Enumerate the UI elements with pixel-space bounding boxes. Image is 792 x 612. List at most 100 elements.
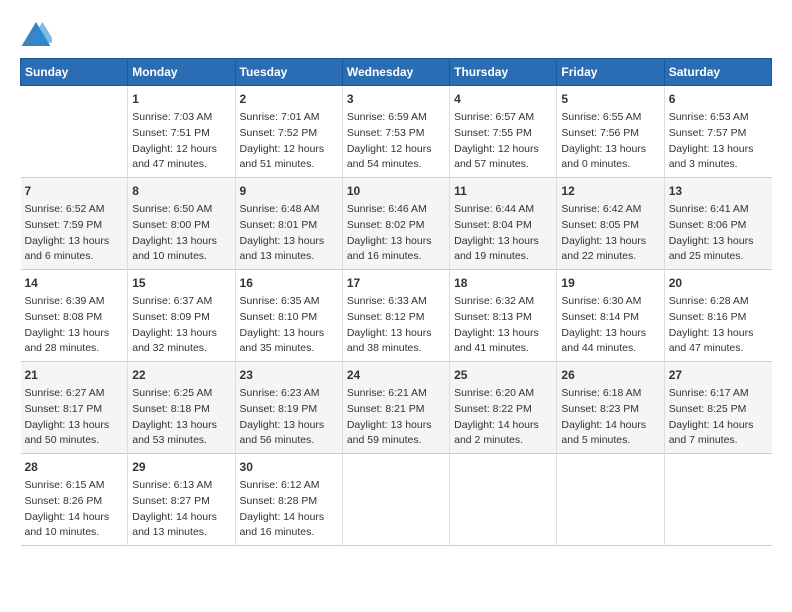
day-number: 4 (454, 90, 552, 108)
cell-info: Sunrise: 6:55 AMSunset: 7:56 PMDaylight:… (561, 110, 659, 173)
logo-icon (20, 20, 52, 48)
logo (20, 20, 56, 48)
calendar-cell: 9Sunrise: 6:48 AMSunset: 8:01 PMDaylight… (235, 178, 342, 270)
calendar-cell: 10 Sunrise: 6:46 AMSunset: 8:02 PMDayligh… (342, 178, 449, 270)
column-header-tuesday: Tuesday (235, 59, 342, 86)
calendar-cell: 7 Sunrise: 6:52 AMSunset: 7:59 PMDaylight… (21, 178, 128, 270)
calendar-cell: 27 Sunrise: 6:17 AMSunset: 8:25 PMDayligh… (664, 362, 771, 454)
calendar-cell: 4 Sunrise: 6:57 AMSunset: 7:55 PMDaylight… (450, 86, 557, 178)
day-number: 15 (132, 274, 230, 292)
day-number: 14 (25, 274, 124, 292)
calendar-cell (557, 454, 664, 546)
cell-info: Sunrise: 7:03 AMSunset: 7:51 PMDaylight:… (132, 110, 230, 173)
cell-info: Sunrise: 6:46 AMSunset: 8:02 PMDaylight:… (347, 202, 445, 265)
calendar-cell: 6 Sunrise: 6:53 AMSunset: 7:57 PMDaylight… (664, 86, 771, 178)
calendar-cell (21, 86, 128, 178)
cell-info: Sunrise: 6:21 AMSunset: 8:21 PMDaylight:… (347, 386, 445, 449)
day-number: 3 (347, 90, 445, 108)
cell-info: Sunrise: 6:41 AMSunset: 8:06 PMDaylight:… (669, 202, 768, 265)
day-number: 26 (561, 366, 659, 384)
calendar-cell: 15 Sunrise: 6:37 AMSunset: 8:09 PMDayligh… (128, 270, 235, 362)
cell-info: Sunrise: 6:27 AMSunset: 8:17 PMDaylight:… (25, 386, 124, 449)
day-number: 27 (669, 366, 768, 384)
day-number: 21 (25, 366, 124, 384)
day-number: 8 (132, 182, 230, 200)
cell-info: Sunrise: 6:57 AMSunset: 7:55 PMDaylight:… (454, 110, 552, 173)
day-number: 24 (347, 366, 445, 384)
cell-info: Sunrise: 6:42 AMSunset: 8:05 PMDaylight:… (561, 202, 659, 265)
calendar-cell: 12 Sunrise: 6:42 AMSunset: 8:05 PMDayligh… (557, 178, 664, 270)
cell-info: Sunrise: 6:15 AMSunset: 8:26 PMDaylight:… (25, 478, 124, 541)
cell-info: Sunrise: 6:59 AMSunset: 7:53 PMDaylight:… (347, 110, 445, 173)
day-number: 22 (132, 366, 230, 384)
day-number: 12 (561, 182, 659, 200)
cell-info: Sunrise: 7:01 AMSunset: 7:52 PMDaylight:… (240, 110, 338, 173)
calendar-cell: 29 Sunrise: 6:13 AMSunset: 8:27 PMDayligh… (128, 454, 235, 546)
cell-info: Sunrise: 6:37 AMSunset: 8:09 PMDaylight:… (132, 294, 230, 357)
cell-info: Sunrise: 6:35 AMSunset: 8:10 PMDaylight:… (240, 294, 338, 357)
calendar-cell: 30Sunrise: 6:12 AMSunset: 8:28 PMDayligh… (235, 454, 342, 546)
cell-info: Sunrise: 6:20 AMSunset: 8:22 PMDaylight:… (454, 386, 552, 449)
header (20, 20, 772, 48)
calendar-week-4: 21 Sunrise: 6:27 AMSunset: 8:17 PMDayligh… (21, 362, 772, 454)
day-number: 6 (669, 90, 768, 108)
day-number: 9 (240, 182, 338, 200)
column-header-saturday: Saturday (664, 59, 771, 86)
calendar-cell: 20 Sunrise: 6:28 AMSunset: 8:16 PMDayligh… (664, 270, 771, 362)
column-header-sunday: Sunday (21, 59, 128, 86)
column-header-thursday: Thursday (450, 59, 557, 86)
day-number: 18 (454, 274, 552, 292)
calendar-cell: 19 Sunrise: 6:30 AMSunset: 8:14 PMDayligh… (557, 270, 664, 362)
cell-info: Sunrise: 6:53 AMSunset: 7:57 PMDaylight:… (669, 110, 768, 173)
day-number: 16 (240, 274, 338, 292)
calendar-cell: 5 Sunrise: 6:55 AMSunset: 7:56 PMDaylight… (557, 86, 664, 178)
column-header-monday: Monday (128, 59, 235, 86)
day-number: 17 (347, 274, 445, 292)
day-number: 19 (561, 274, 659, 292)
day-number: 23 (240, 366, 338, 384)
cell-info: Sunrise: 6:28 AMSunset: 8:16 PMDaylight:… (669, 294, 768, 357)
calendar-week-5: 28 Sunrise: 6:15 AMSunset: 8:26 PMDayligh… (21, 454, 772, 546)
calendar-body: 1 Sunrise: 7:03 AMSunset: 7:51 PMDaylight… (21, 86, 772, 546)
day-number: 2 (240, 90, 338, 108)
calendar-cell: 25 Sunrise: 6:20 AMSunset: 8:22 PMDayligh… (450, 362, 557, 454)
calendar-cell: 13 Sunrise: 6:41 AMSunset: 8:06 PMDayligh… (664, 178, 771, 270)
calendar-cell: 18 Sunrise: 6:32 AMSunset: 8:13 PMDayligh… (450, 270, 557, 362)
calendar-cell: 2 Sunrise: 7:01 AMSunset: 7:52 PMDaylight… (235, 86, 342, 178)
calendar-cell: 8 Sunrise: 6:50 AMSunset: 8:00 PMDaylight… (128, 178, 235, 270)
calendar-cell: 14Sunrise: 6:39 AMSunset: 8:08 PMDayligh… (21, 270, 128, 362)
cell-info: Sunrise: 6:13 AMSunset: 8:27 PMDaylight:… (132, 478, 230, 541)
day-number: 7 (25, 182, 124, 200)
cell-info: Sunrise: 6:17 AMSunset: 8:25 PMDaylight:… (669, 386, 768, 449)
cell-info: Sunrise: 6:18 AMSunset: 8:23 PMDaylight:… (561, 386, 659, 449)
day-number: 29 (132, 458, 230, 476)
calendar-cell: 3 Sunrise: 6:59 AMSunset: 7:53 PMDaylight… (342, 86, 449, 178)
cell-info: Sunrise: 6:52 AMSunset: 7:59 PMDaylight:… (25, 202, 124, 265)
day-number: 11 (454, 182, 552, 200)
cell-info: Sunrise: 6:30 AMSunset: 8:14 PMDaylight:… (561, 294, 659, 357)
calendar-cell (664, 454, 771, 546)
calendar-cell: 21 Sunrise: 6:27 AMSunset: 8:17 PMDayligh… (21, 362, 128, 454)
cell-info: Sunrise: 6:25 AMSunset: 8:18 PMDaylight:… (132, 386, 230, 449)
day-number: 20 (669, 274, 768, 292)
day-number: 1 (132, 90, 230, 108)
cell-info: Sunrise: 6:32 AMSunset: 8:13 PMDaylight:… (454, 294, 552, 357)
day-number: 13 (669, 182, 768, 200)
column-header-friday: Friday (557, 59, 664, 86)
day-number: 5 (561, 90, 659, 108)
day-number: 25 (454, 366, 552, 384)
calendar-cell: 1 Sunrise: 7:03 AMSunset: 7:51 PMDaylight… (128, 86, 235, 178)
calendar-cell (450, 454, 557, 546)
cell-info: Sunrise: 6:44 AMSunset: 8:04 PMDaylight:… (454, 202, 552, 265)
cell-info: Sunrise: 6:50 AMSunset: 8:00 PMDaylight:… (132, 202, 230, 265)
day-number: 28 (25, 458, 124, 476)
calendar-cell: 17Sunrise: 6:33 AMSunset: 8:12 PMDayligh… (342, 270, 449, 362)
calendar-cell (342, 454, 449, 546)
calendar-cell: 16 Sunrise: 6:35 AMSunset: 8:10 PMDayligh… (235, 270, 342, 362)
column-header-wednesday: Wednesday (342, 59, 449, 86)
calendar-cell: 11 Sunrise: 6:44 AMSunset: 8:04 PMDayligh… (450, 178, 557, 270)
calendar-table: SundayMondayTuesdayWednesdayThursdayFrid… (20, 58, 772, 546)
calendar-cell: 28 Sunrise: 6:15 AMSunset: 8:26 PMDayligh… (21, 454, 128, 546)
day-number: 10 (347, 182, 445, 200)
calendar-week-1: 1 Sunrise: 7:03 AMSunset: 7:51 PMDaylight… (21, 86, 772, 178)
